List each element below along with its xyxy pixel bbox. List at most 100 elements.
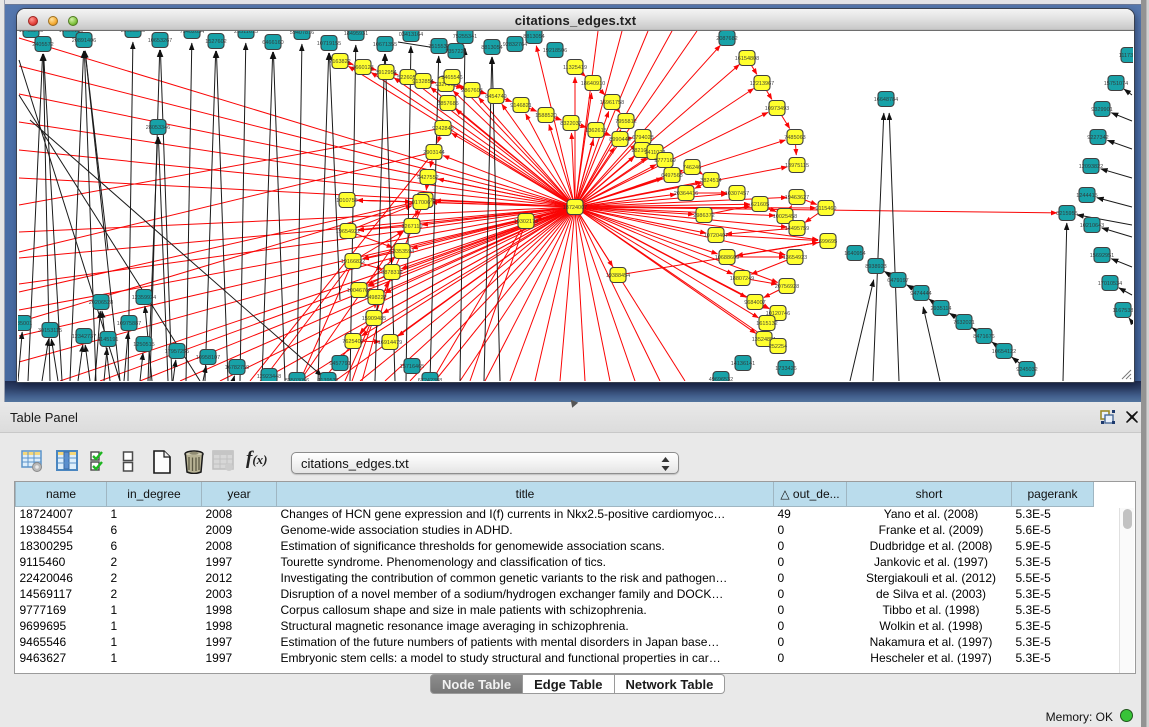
svg-text:9242848: 9242848	[432, 126, 453, 132]
svg-text:9245032: 9245032	[1016, 367, 1037, 373]
svg-text:6794028: 6794028	[632, 135, 653, 141]
svg-text:39153115: 39153115	[38, 328, 62, 334]
svg-text:10975887: 10975887	[117, 321, 141, 327]
svg-text:14136141: 14136141	[731, 361, 755, 367]
svg-text:9474444: 9474444	[910, 291, 931, 297]
svg-text:2405572: 2405572	[32, 42, 53, 48]
svg-text:16782759: 16782759	[225, 365, 249, 371]
svg-text:3857685: 3857685	[437, 101, 458, 107]
svg-text:7163822: 7163822	[329, 59, 350, 65]
svg-text:19654922: 19654922	[336, 229, 360, 235]
svg-text:18495931: 18495931	[344, 31, 368, 37]
svg-text:9132854: 9132854	[412, 79, 433, 85]
svg-text:621605: 621605	[751, 202, 769, 208]
svg-text:16914479: 16914479	[378, 340, 402, 346]
svg-text:10307457: 10307457	[725, 191, 749, 197]
svg-text:10433218: 10433218	[19, 31, 43, 34]
svg-text:28053346: 28053346	[146, 125, 170, 131]
svg-text:9329901: 9329901	[1091, 107, 1112, 113]
svg-text:20891406: 20891406	[72, 38, 96, 44]
svg-text:9684007: 9684007	[744, 300, 765, 306]
svg-text:10688609: 10688609	[715, 255, 739, 261]
svg-text:14495759: 14495759	[785, 226, 809, 232]
svg-text:11325419: 11325419	[563, 65, 587, 71]
svg-text:23511615: 23511615	[234, 31, 258, 35]
svg-text:917006: 917006	[412, 200, 430, 206]
svg-text:9427552: 9427552	[417, 175, 438, 181]
svg-text:2935114: 2935114	[930, 306, 951, 312]
svg-text:18724007: 18724007	[563, 205, 587, 211]
svg-text:8471676: 8471676	[973, 334, 994, 340]
svg-text:75255341: 75255341	[453, 34, 477, 40]
svg-text:985001: 985001	[18, 321, 32, 327]
svg-text:1640954: 1640954	[844, 251, 865, 257]
svg-text:1145191: 1145191	[97, 337, 118, 343]
svg-text:8660123: 8660123	[352, 65, 373, 71]
svg-text:9146821: 9146821	[510, 103, 531, 109]
svg-text:18807249: 18807249	[730, 276, 754, 282]
svg-text:252254: 252254	[769, 344, 787, 350]
svg-text:13654923: 13654923	[783, 255, 807, 261]
svg-text:83503056: 83503056	[285, 378, 309, 381]
svg-text:17010534: 17010534	[1098, 281, 1122, 287]
svg-text:20206528: 20206528	[89, 300, 113, 306]
svg-text:1733426: 1733426	[775, 366, 796, 372]
svg-text:13975115: 13975115	[785, 163, 809, 169]
svg-text:8454749: 8454749	[485, 94, 506, 100]
svg-text:12342737: 12342737	[72, 334, 96, 340]
svg-text:2986372: 2986372	[693, 213, 714, 219]
svg-text:8813054: 8813054	[481, 45, 502, 51]
svg-text:10653267: 10653267	[148, 38, 172, 44]
svg-text:10654122: 10654122	[992, 349, 1016, 355]
svg-text:1362615: 1362615	[585, 128, 606, 134]
svg-text:12923448: 12923448	[257, 374, 281, 380]
svg-text:9465546: 9465546	[441, 75, 462, 81]
svg-text:1117343: 1117343	[1119, 53, 1133, 59]
svg-text:10973493: 10973493	[765, 106, 789, 112]
svg-text:7485063: 7485063	[784, 135, 805, 141]
svg-text:10720407: 10720407	[704, 233, 728, 239]
svg-text:6497568: 6497568	[661, 173, 682, 179]
svg-text:699695: 699695	[819, 239, 837, 245]
svg-text:7357224: 7357224	[445, 49, 466, 55]
svg-text:1250515: 1250515	[133, 342, 154, 348]
svg-text:7625402: 7625402	[342, 339, 363, 345]
svg-text:03413164: 03413164	[399, 32, 423, 38]
svg-text:1167533: 1167533	[1112, 308, 1133, 314]
svg-text:15751074: 15751074	[1104, 81, 1128, 87]
svg-text:20364416: 20364416	[674, 191, 698, 197]
svg-text:8990448: 8990448	[609, 137, 630, 143]
svg-text:7955812: 7955812	[615, 119, 636, 125]
svg-text:3824514: 3824514	[700, 178, 721, 184]
svg-text:17957255: 17957255	[165, 349, 189, 355]
svg-text:9777169: 9777169	[654, 158, 675, 164]
svg-text:746246: 746246	[683, 165, 701, 171]
svg-text:19166822: 19166822	[341, 259, 365, 265]
svg-text:16648784: 16648784	[874, 97, 898, 103]
svg-text:1010755: 1010755	[336, 198, 357, 204]
svg-text:9227342: 9227342	[1087, 135, 1108, 141]
svg-text:8938923: 8938923	[865, 264, 886, 270]
svg-text:12093822: 12093822	[1079, 164, 1103, 170]
svg-text:15692951: 15692951	[1090, 253, 1114, 259]
svg-text:4139537: 4139537	[317, 378, 338, 381]
svg-text:2867608: 2867608	[461, 88, 482, 94]
svg-text:1527602: 1527602	[205, 39, 226, 45]
svg-text:10025458: 10025458	[773, 214, 797, 220]
svg-text:19463627: 19463627	[785, 195, 809, 201]
svg-text:67242388: 67242388	[418, 378, 442, 381]
svg-text:9115460: 9115460	[815, 206, 836, 212]
svg-text:92832764: 92832764	[503, 42, 527, 48]
svg-text:19218506: 19218506	[543, 48, 567, 54]
svg-text:16961758: 16961758	[600, 100, 624, 106]
svg-text:1615132: 1615132	[756, 321, 777, 327]
svg-text:7632021: 7632021	[953, 320, 974, 326]
svg-text:3498222: 3498222	[365, 295, 386, 301]
svg-text:3267110: 3267110	[401, 224, 422, 230]
svg-text:12213967: 12213967	[750, 81, 774, 87]
svg-text:8813054: 8813054	[523, 34, 544, 40]
svg-text:8215955: 8215955	[1056, 211, 1077, 217]
svg-text:2903144: 2903144	[423, 150, 444, 156]
svg-text:13353594: 13353594	[390, 249, 414, 255]
svg-text:15909485: 15909485	[362, 316, 386, 322]
